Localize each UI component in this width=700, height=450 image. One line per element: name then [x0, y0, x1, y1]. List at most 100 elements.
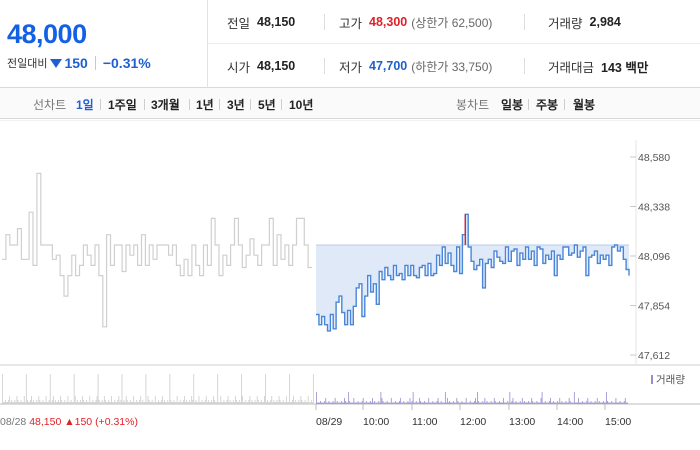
volume-bar [139, 400, 141, 404]
volume-bar [98, 400, 100, 404]
volume-bar [370, 401, 371, 404]
volume-bar [559, 398, 561, 404]
volume-bar [43, 402, 45, 404]
tab-1w[interactable]: 1주일 [108, 96, 137, 113]
volume-bar [85, 402, 86, 404]
volume-bar [188, 402, 189, 404]
volume-bar [387, 402, 389, 404]
volume-bar [310, 400, 312, 404]
volume-bar [364, 402, 366, 404]
volume-bar [84, 402, 85, 404]
high-price: 고가 48,300 (상한가 62,500) [339, 0, 492, 44]
volume-bar [346, 402, 347, 404]
volume-bar [114, 400, 116, 404]
tab-3y[interactable]: 3년 [227, 96, 245, 113]
volume-bar [21, 402, 23, 404]
volume-bar [557, 401, 559, 404]
tab-daily[interactable]: 일봉 [501, 96, 523, 113]
volume-bar [270, 400, 272, 404]
volume-bar [478, 401, 480, 404]
tab-weekly[interactable]: 주봉 [536, 96, 558, 113]
volume-bar [355, 402, 357, 404]
volume-bar [236, 400, 237, 404]
volume-bar [187, 402, 188, 404]
volume-bar [519, 401, 521, 404]
volume-bar [480, 402, 482, 404]
volume-bar [127, 402, 129, 404]
volume-bar [350, 402, 352, 404]
volume-bar [377, 402, 379, 404]
volume-bar [174, 402, 176, 404]
volume-bar [552, 402, 553, 404]
volume-bar [623, 401, 625, 404]
volume-bar [541, 392, 543, 404]
volume-bar [545, 402, 547, 404]
tab-5y[interactable]: 5년 [258, 96, 276, 113]
tab-1y[interactable]: 1년 [196, 96, 214, 113]
volume-bar [6, 402, 7, 404]
price-chart[interactable]: 48,580 48,338 48,096 47,854 47,612 거래량 08/29… [0, 120, 700, 450]
volume-bar [86, 400, 88, 404]
volume-bar [51, 400, 53, 404]
volume-bar [308, 402, 310, 404]
volume-bar [560, 402, 562, 404]
volume-bar [311, 402, 313, 404]
volume-bar [343, 402, 344, 404]
volume-bar [376, 402, 378, 404]
volume-bar [260, 400, 262, 404]
volume-bar [48, 400, 50, 404]
volume-legend-icon [651, 375, 653, 384]
volume-bar [103, 396, 105, 404]
volume-bar [483, 402, 485, 404]
volume-bar [129, 400, 131, 404]
volume-bar [246, 402, 248, 404]
volume-bar [472, 402, 473, 404]
volume-bar [250, 402, 252, 404]
volume-bar [65, 402, 67, 404]
volume-bar [33, 400, 34, 404]
volume-bar [366, 402, 368, 404]
stat-row-1: 전일 48,150 고가 48,300 (상한가 62,500) 거래량 2,9… [208, 0, 700, 44]
volume-bar [291, 402, 292, 404]
volume-bar [89, 396, 91, 404]
tab-monthly[interactable]: 월봉 [573, 96, 595, 113]
open-value: 48,150 [257, 59, 296, 73]
volume-bar [80, 400, 81, 404]
volume-bar [10, 402, 12, 404]
low-price: 저가 47,700 (하한가 33,750) [339, 44, 492, 88]
volume-bar [213, 396, 214, 404]
volume-bar [522, 402, 524, 404]
divider [250, 99, 251, 110]
volume-bar [461, 401, 463, 404]
volume-bar [58, 400, 59, 404]
volume-bar [243, 402, 245, 404]
volume-bar [87, 402, 89, 404]
volume-bar [485, 402, 487, 404]
volume-bar [290, 402, 291, 404]
volume-bar [214, 400, 215, 404]
volume-bar [226, 400, 228, 404]
volume-bar [365, 401, 367, 404]
tab-1d[interactable]: 1일 [76, 96, 94, 113]
x-tick-label: 10:00 [363, 416, 389, 428]
volume-bar [404, 402, 406, 404]
volume-bar [205, 396, 207, 404]
volume-bar [420, 401, 421, 404]
volume-bar [327, 402, 329, 404]
volume-bar [594, 401, 596, 404]
volume-bar [152, 402, 154, 404]
volume-bar [282, 400, 284, 404]
volume-bar [540, 398, 542, 404]
tab-3m[interactable]: 3개월 [151, 96, 180, 113]
volume-bar [615, 398, 617, 404]
volume-bar [100, 402, 102, 404]
volume-bar [268, 402, 270, 404]
volume-bar [233, 402, 235, 404]
volume-bar [231, 402, 233, 404]
volume-bar [333, 402, 335, 404]
tab-10y[interactable]: 10년 [289, 96, 313, 113]
volume-bar [507, 401, 509, 404]
volume-bar [374, 401, 376, 404]
volume-bar [169, 374, 171, 404]
volume-bar [602, 402, 603, 404]
